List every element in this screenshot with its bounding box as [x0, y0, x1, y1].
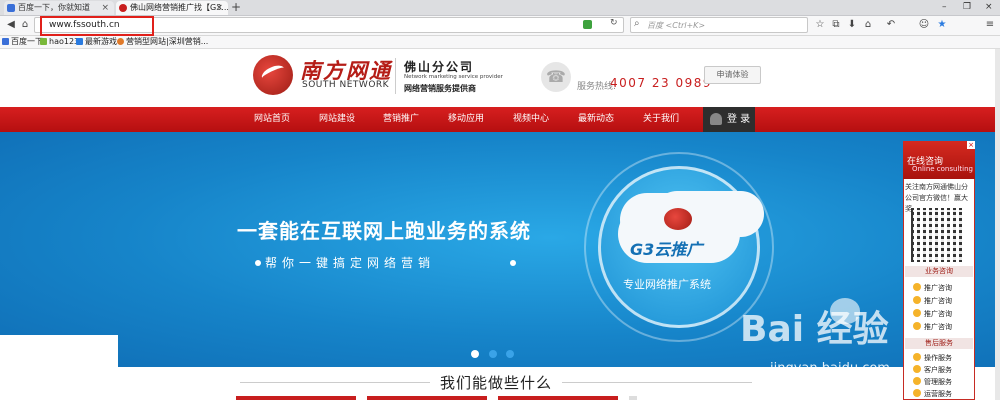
watermark-url: jingyan.baidu.com [770, 361, 890, 376]
qq-icon [913, 296, 921, 304]
slide-dot-2[interactable] [489, 350, 497, 358]
reload-icon[interactable]: ↻ [610, 18, 618, 28]
product-name: G3云推广 [630, 240, 703, 259]
phone-icon: ☎ [541, 62, 571, 92]
logo-emblem-icon[interactable] [253, 55, 293, 95]
nav-video[interactable]: 视频中心 [513, 107, 549, 132]
close-tab-icon[interactable]: × [215, 1, 223, 15]
branch-name: 佛山分公司 [404, 60, 475, 74]
business-item[interactable]: 推广咨询 [913, 296, 971, 307]
business-item[interactable]: 推广咨询 [913, 322, 971, 333]
close-window-button[interactable]: × [985, 0, 993, 15]
g3-logo-icon [664, 208, 692, 230]
page-scrollbar[interactable] [995, 49, 1000, 400]
undo-icon[interactable]: ↶ [884, 18, 898, 32]
product-caption: 专业网络推广系统 [623, 278, 711, 291]
slide-dot-1[interactable] [471, 350, 479, 358]
nav-home[interactable]: 网站首页 [254, 107, 290, 132]
site-favicon-icon [119, 4, 127, 12]
qq-icon [913, 389, 921, 397]
new-tab-button[interactable]: + [231, 0, 241, 15]
search-icon: ⌕ [634, 18, 640, 29]
search-input[interactable]: ⌕ 百度 <Ctrl+K> [630, 17, 808, 33]
service-tile[interactable] [629, 396, 637, 400]
service-item[interactable]: 管理服务 [913, 377, 971, 388]
close-tab-icon[interactable]: × [101, 1, 109, 15]
bookmark-star-icon[interactable]: ☆ [813, 18, 827, 32]
section-line-left [240, 382, 430, 383]
login-label: 登 录 [727, 114, 751, 125]
minimize-button[interactable]: – [942, 0, 947, 15]
qr-code-icon [911, 208, 965, 262]
home-page-icon[interactable]: ⌂ [861, 18, 875, 32]
section-line-right [562, 382, 752, 383]
reading-list-icon[interactable]: ⧉ [829, 18, 843, 32]
smiley-icon[interactable]: ☺ [917, 18, 931, 32]
section-title: 我们能做些什么 [440, 374, 553, 392]
branch-english: Network marketing service provider [404, 74, 503, 80]
service-item[interactable]: 操作服务 [913, 353, 971, 364]
address-bar[interactable]: www.fssouth.cn ↻ [34, 16, 624, 36]
tab-fssouth[interactable]: 佛山网络营销推广找【G3... × [116, 1, 228, 15]
baidu-icon [2, 38, 9, 45]
subtitle-dot-left [255, 260, 261, 266]
business-item[interactable]: 推广咨询 [913, 283, 971, 294]
url-highlight-annotation [40, 16, 154, 36]
back-icon[interactable]: ◀ [4, 18, 18, 32]
nav-news[interactable]: 最新动态 [578, 107, 614, 132]
bookmark-hao123[interactable]: hao123 [40, 36, 79, 48]
home-icon[interactable]: ⌂ [18, 18, 32, 32]
watermark-text: Bai 经验 [740, 309, 889, 350]
qq-icon [913, 283, 921, 291]
subtitle-dot-right [510, 260, 516, 266]
bookmark-marketing[interactable]: 营销型网站|深圳营销... [117, 36, 208, 48]
qq-icon [913, 322, 921, 330]
nav-website-building[interactable]: 网站建设 [319, 107, 355, 132]
qq-icon [913, 309, 921, 317]
maximize-button[interactable]: ❐ [963, 0, 971, 15]
banner-subtitle: 帮你一键搞定网络营销 [265, 256, 436, 270]
service-tile[interactable] [498, 396, 618, 400]
qq-icon [913, 353, 921, 361]
nav-marketing[interactable]: 营销推广 [383, 107, 419, 132]
nav-about[interactable]: 关于我们 [643, 107, 679, 132]
qq-icon [913, 377, 921, 385]
main-nav [0, 107, 1000, 132]
banner-title: 一套能在互联网上跑业务的系统 [237, 219, 531, 243]
hao123-icon [40, 38, 47, 45]
service-header: 售后服务 [905, 338, 973, 349]
nav-mobile[interactable]: 移动应用 [448, 107, 484, 132]
service-tile[interactable] [367, 396, 487, 400]
service-tile[interactable] [236, 396, 356, 400]
business-item[interactable]: 推广咨询 [913, 309, 971, 320]
service-item[interactable]: 客户服务 [913, 365, 971, 376]
baidu-favicon-icon [7, 4, 15, 12]
hotline-number: 4007 23 0989 [610, 76, 712, 90]
user-icon [710, 113, 722, 125]
download-icon[interactable]: ⬇ [845, 18, 859, 32]
games-icon [76, 38, 83, 45]
qq-icon [913, 365, 921, 373]
branch-tagline: 网络营销服务提供商 [404, 84, 476, 93]
header-divider [395, 58, 396, 94]
login-button[interactable]: 登 录 [703, 107, 755, 132]
slide-dot-3[interactable] [506, 350, 514, 358]
consult-close-icon[interactable]: × [967, 141, 975, 149]
marketing-site-icon [117, 38, 124, 45]
bookmark-games[interactable]: 最新游戏 [76, 36, 117, 48]
consult-subtitle: Online consulting [912, 165, 973, 173]
logo-english: SOUTH NETWORK [302, 80, 390, 90]
tab-baidu[interactable]: 百度一下，你就知道 × [4, 1, 114, 15]
trial-button[interactable]: 申请体验 [704, 66, 761, 84]
bookmark-baidu[interactable]: 百度一下 [2, 36, 43, 48]
service-item[interactable]: 运营服务 [913, 389, 971, 400]
tab-title: 百度一下，你就知道 [18, 3, 90, 12]
business-header: 业务咨询 [905, 266, 973, 277]
tab-title: 佛山网络营销推广找【G3... [130, 3, 228, 12]
shield-icon[interactable] [583, 20, 592, 29]
favorite-icon[interactable]: ★ [935, 18, 949, 32]
search-placeholder: 百度 <Ctrl+K> [647, 21, 706, 30]
menu-icon[interactable]: ≡ [983, 18, 997, 32]
